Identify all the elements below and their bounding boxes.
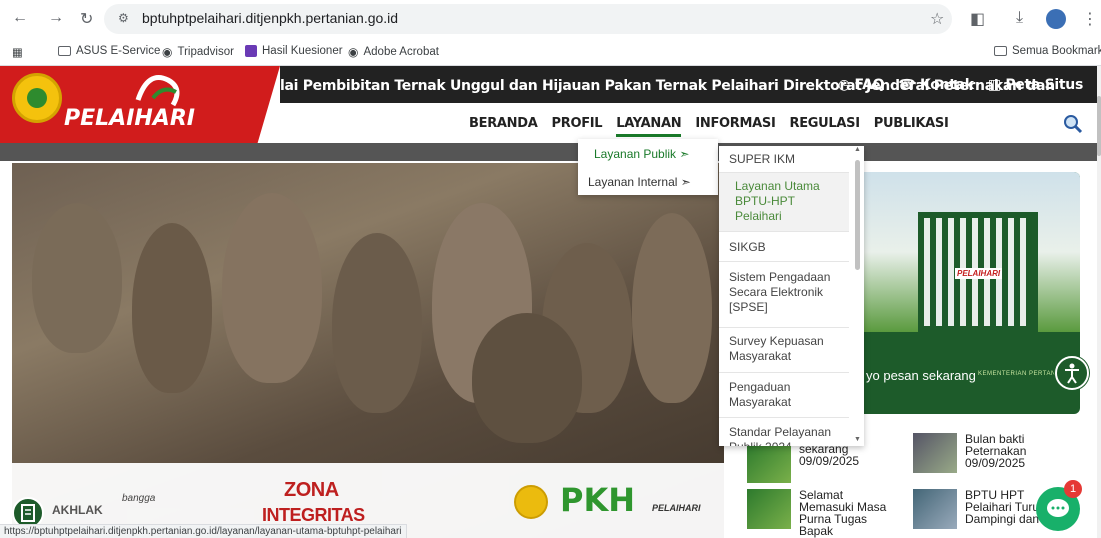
- faq-label: FAQ: [854, 77, 885, 93]
- kontak-link[interactable]: ☎ Kontak: [898, 77, 974, 93]
- menu-item-layanan-internal[interactable]: Layanan Internal ➣: [578, 167, 718, 195]
- download-icon[interactable]: ⤓: [1016, 9, 1023, 27]
- submenu-super-ikm[interactable]: SUPER IKM: [719, 146, 849, 173]
- reload-icon[interactable]: ↻: [80, 9, 93, 29]
- submenu-spse[interactable]: Sistem Pengadaan Secara Elektronik [SPSE…: [719, 262, 849, 328]
- nav-regulasi[interactable]: REGULASI: [790, 116, 861, 131]
- bookmark-label: Hasil Kuesioner: [262, 45, 343, 57]
- news-date: 09/09/2025: [965, 456, 1026, 470]
- site-info-icon[interactable]: ⚙: [118, 11, 129, 25]
- nav-publikasi[interactable]: PUBLIKASI: [874, 116, 949, 131]
- nav-beranda[interactable]: BERANDA: [469, 116, 538, 131]
- header-divider: [0, 143, 1097, 161]
- url-text[interactable]: bptuhptpelaihari.ditjenpkh.pertanian.go.…: [142, 10, 398, 26]
- globe-icon: ◉: [162, 45, 173, 59]
- submenu-survey[interactable]: Survey Kepuasan Masyarakat: [719, 328, 849, 373]
- page-scrollbar[interactable]: [1097, 66, 1101, 538]
- submenu-pengaduan[interactable]: Pengaduan Masyarakat: [719, 373, 849, 418]
- promo-subtext: KEMENTERIAN PERTANIAN: [978, 371, 1068, 377]
- top-links: ◷ FAQ ☎ Kontak ▥ Peta Situs: [838, 77, 1083, 93]
- bookmark-asus[interactable]: ASUS E-Service: [58, 45, 160, 57]
- akhlak-logo: AKHLAK: [52, 503, 103, 517]
- bookmark-label: Tripadvisor: [177, 46, 234, 58]
- submenu-scroll-thumb[interactable]: [855, 160, 860, 270]
- news-thumbnail: [913, 489, 957, 529]
- promo-text: yo pesan sekarang: [866, 368, 976, 383]
- folder-icon: [994, 46, 1007, 56]
- browser-toolbar: ← → ↻ ⚙ bptuhptpelaihari.ditjenpkh.perta…: [0, 0, 1101, 38]
- nav-layanan[interactable]: LAYANAN: [616, 116, 682, 137]
- folder-icon: [58, 46, 71, 56]
- page-scroll-thumb[interactable]: [1097, 96, 1101, 156]
- bangga-logo: bangga: [122, 493, 156, 504]
- star-icon[interactable]: ☆: [930, 9, 944, 29]
- bookmark-label: Adobe Acrobat: [363, 46, 439, 58]
- accessibility-icon: [1065, 363, 1079, 384]
- layanan-publik-submenu: SUPER IKM Layanan Utama BPTU-HPT Pelaiha…: [719, 146, 864, 446]
- chat-badge: 1: [1064, 480, 1082, 498]
- scroll-down-icon[interactable]: ▼: [854, 436, 861, 443]
- news-item[interactable]: Selamat Memasuki Masa Purna Tugas Bapak: [747, 489, 907, 537]
- site-header: lai Pembibitan Ternak Unggul dan Hijauan…: [0, 66, 1097, 143]
- main-nav: BERANDA PROFIL LAYANAN INFORMASI REGULAS…: [469, 116, 949, 137]
- news-title: Selamat Memasuki Masa Purna Tugas Bapak: [799, 488, 887, 538]
- document-icon: [21, 504, 35, 522]
- news-title: Bulan bakti Peternakan: [965, 432, 1027, 458]
- logo-block[interactable]: PELAIHARI: [0, 66, 280, 143]
- web-page: lai Pembibitan Ternak Unggul dan Hijauan…: [0, 66, 1097, 538]
- menu-icon[interactable]: ⋮: [1082, 9, 1098, 29]
- peta-situs-label: Peta Situs: [1005, 77, 1083, 93]
- integritas-text: INTEGRITAS: [262, 505, 365, 525]
- back-icon[interactable]: ←: [12, 9, 28, 27]
- bookmark-label: Semua Bookmark: [1012, 45, 1101, 57]
- faq-link[interactable]: ◷ FAQ: [838, 77, 885, 93]
- search-icon[interactable]: [1063, 114, 1083, 134]
- kementan-logo: [12, 73, 62, 123]
- submenu-sikgb[interactable]: SIKGB: [719, 232, 849, 262]
- pelaihari-logo-icon: [135, 75, 180, 107]
- qr-label: PELAIHARI: [955, 268, 1003, 279]
- bookmark-acrobat[interactable]: ◉ Adobe Acrobat: [348, 45, 439, 59]
- all-bookmarks[interactable]: Semua Bookmark: [994, 45, 1101, 57]
- kontak-label: Kontak: [919, 77, 974, 93]
- submenu-layanan-utama[interactable]: Layanan Utama BPTU-HPT Pelaihari: [719, 173, 849, 232]
- accessibility-button[interactable]: [1055, 356, 1089, 390]
- scroll-up-icon[interactable]: ▲: [854, 146, 861, 153]
- pelaihari-small-logo: PELAIHARI: [652, 503, 701, 513]
- news-date: 09/09/2025: [799, 454, 860, 468]
- news-thumbnail: [747, 489, 791, 529]
- status-bar-url: https://bptuhptpelaihari.ditjenpkh.perta…: [0, 524, 407, 538]
- apps-icon[interactable]: ▦: [12, 45, 23, 59]
- news-item[interactable]: sekarang 09/09/2025: [747, 443, 907, 483]
- profile-avatar[interactable]: [1046, 9, 1066, 29]
- globe-icon: ◉: [348, 45, 359, 59]
- news-thumbnail: [913, 433, 957, 473]
- menu-item-layanan-publik[interactable]: Layanan Publik ➣: [578, 139, 718, 167]
- forward-icon[interactable]: →: [48, 9, 64, 27]
- news-item[interactable]: Bulan bakti Peternakan 09/09/2025: [913, 433, 1083, 473]
- extensions-icon[interactable]: ◧: [970, 9, 985, 29]
- submenu-scrollbar[interactable]: ▲ ▼: [852, 146, 862, 446]
- layanan-dropdown: Layanan Publik ➣ Layanan Internal ➣: [578, 139, 718, 195]
- news-thumbnail: [747, 443, 791, 483]
- pkh-logo: PKH: [560, 481, 636, 519]
- kementan-badge: [514, 485, 548, 519]
- bookmark-tripadvisor[interactable]: ◉ Tripadvisor: [162, 45, 234, 59]
- peta-situs-link[interactable]: ▥ Peta Situs: [988, 77, 1083, 93]
- bookmarks-bar: ▦ ASUS E-Service ◉ Tripadvisor Hasil Kues…: [0, 38, 1101, 66]
- submenu-standar-pelayanan[interactable]: Standar Pelayanan Publik 2024: [719, 418, 849, 446]
- nav-informasi[interactable]: INFORMASI: [695, 116, 775, 131]
- zona-text: ZONA: [284, 479, 339, 501]
- hero-image[interactable]: AKHLAK bangga ZONA INTEGRITAS PKH PELAIH…: [12, 163, 724, 538]
- logo-text: PELAIHARI: [64, 106, 195, 131]
- bookmark-kuesioner[interactable]: Hasil Kuesioner: [245, 45, 343, 57]
- bookmark-label: ASUS E-Service: [76, 45, 161, 57]
- form-icon: [245, 45, 257, 57]
- nav-profil[interactable]: PROFIL: [552, 116, 603, 131]
